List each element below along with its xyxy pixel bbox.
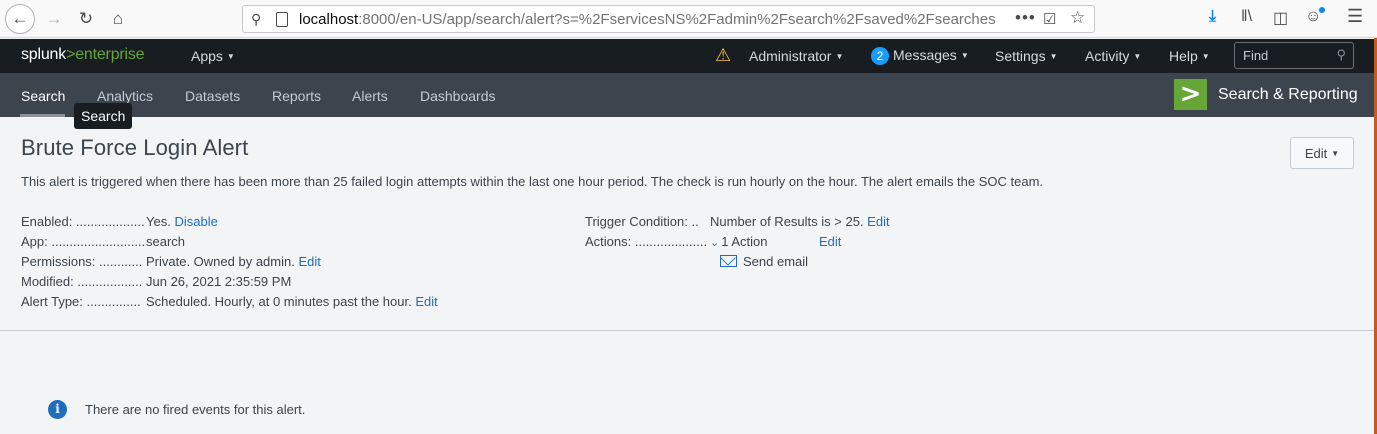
alert-type-row: Alert Type: ............... Scheduled. H… [21, 294, 561, 310]
permissions-label: Permissions: ............ [21, 254, 143, 269]
find-box: ⚲ [1234, 42, 1354, 69]
actions-toggle[interactable]: ⌄ 1 Action [710, 234, 767, 249]
tooltip: Search [74, 103, 133, 129]
trigger-value: Number of Results is > 25. [710, 214, 864, 229]
fired-events-area: i There are no fired events for this ale… [0, 332, 1374, 434]
tab-alerts[interactable]: Alerts [352, 88, 388, 104]
back-arrow-icon[interactable]: ← [5, 4, 35, 34]
app-logo-icon[interactable]: > [1174, 79, 1207, 110]
modified-row: Modified: .................. Jun 26, 202… [21, 274, 561, 290]
warning-icon[interactable]: ⚠ [715, 45, 731, 66]
app-name[interactable]: Search & Reporting [1218, 86, 1358, 104]
home-icon[interactable]: ⌂ [104, 5, 132, 33]
settings-menu[interactable]: Settings ▼ [995, 48, 1058, 64]
info-icon: i [48, 400, 67, 419]
disable-link[interactable]: Disable [174, 214, 217, 229]
page-info-icon[interactable] [276, 12, 288, 27]
find-input[interactable] [1235, 43, 1327, 68]
download-icon[interactable]: ⤓ [1209, 8, 1216, 26]
caret-down-icon: ▼ [1049, 52, 1058, 61]
alert-description: This alert is triggered when there has b… [21, 174, 1044, 189]
tab-datasets[interactable]: Datasets [185, 88, 240, 104]
enabled-label: Enabled: ................... [21, 214, 145, 229]
messages-count-badge: 2 [871, 47, 889, 65]
empty-events-message: There are no fired events for this alert… [85, 402, 306, 417]
activity-menu[interactable]: Activity ▼ [1085, 48, 1141, 64]
pocket-icon[interactable]: ☑ [1043, 10, 1056, 28]
reload-icon[interactable]: ↻ [72, 5, 100, 33]
app-label: App: .......................... [21, 234, 146, 249]
caret-down-icon: ▼ [835, 52, 844, 61]
app-value: search [146, 234, 186, 249]
permissions-row: Permissions: ............ Private. Owned… [21, 254, 561, 270]
action-item-send-email: Send email [720, 254, 920, 270]
caret-down-icon: ▼ [1133, 52, 1142, 61]
trigger-label: Trigger Condition: .. [585, 214, 699, 229]
enabled-value: Yes. [146, 214, 171, 229]
shield-icon[interactable]: ⚲ [251, 11, 261, 28]
caret-down-icon: ▼ [960, 51, 969, 60]
trigger-row: Trigger Condition: .. Number of Results … [585, 214, 985, 230]
permissions-value: Private. Owned by admin. [146, 254, 295, 269]
caret-down-icon: ▼ [1201, 52, 1210, 61]
alert-details-panel: Brute Force Login Alert Edit ▼ This alert… [0, 117, 1374, 331]
notification-dot [1319, 7, 1325, 13]
url-text[interactable]: localhost:8000/en-US/app/search/alert?s=… [299, 11, 1004, 28]
bookmark-star-icon[interactable]: ☆ [1070, 8, 1085, 28]
app-row: App: .......................... search [21, 234, 561, 250]
actions-label: Actions: .................... [585, 234, 708, 249]
help-menu[interactable]: Help ▼ [1169, 48, 1210, 64]
enabled-row: Enabled: ................... Yes. Disabl… [21, 214, 561, 230]
permissions-edit-link[interactable]: Edit [298, 254, 320, 269]
apps-menu[interactable]: Apps ▼ [191, 48, 235, 64]
modified-value: Jun 26, 2021 2:35:59 PM [146, 274, 292, 289]
tab-reports[interactable]: Reports [272, 88, 321, 104]
alert-type-value: Scheduled. Hourly, at 0 minutes past the… [146, 294, 412, 309]
caret-down-icon: ▼ [226, 52, 235, 61]
edit-button[interactable]: Edit ▼ [1290, 137, 1354, 169]
tab-search[interactable]: Search [21, 88, 65, 104]
splunk-top-bar: splunk>enterprise Apps ▼ ⚠ Administrator ▼… [0, 39, 1374, 73]
tab-analytics[interactable]: Analytics [97, 88, 153, 104]
browser-toolbar: ← → ↻ ⌂ ⚲ localhost:8000/en-US/app/searc… [0, 0, 1377, 38]
chevron-down-icon[interactable]: ⌄ [710, 236, 719, 249]
modified-label: Modified: .................. [21, 274, 143, 289]
action-item-label: Send email [743, 254, 809, 269]
mail-icon [720, 255, 737, 267]
page-title: Brute Force Login Alert [21, 135, 249, 160]
hamburger-menu-icon[interactable]: ☰ [1347, 6, 1363, 27]
sidebar-icon[interactable]: ◫ [1273, 8, 1288, 28]
splunk-logo[interactable]: splunk>enterprise [21, 46, 145, 64]
actions-row: Actions: .................... ⌄ 1 Action … [585, 234, 985, 250]
trigger-edit-link[interactable]: Edit [867, 214, 889, 229]
alert-type-label: Alert Type: ............... [21, 294, 141, 309]
actions-edit-link[interactable]: Edit [819, 234, 841, 249]
url-bar[interactable]: ⚲ localhost:8000/en-US/app/search/alert?… [242, 5, 1095, 33]
caret-down-icon: ▼ [1331, 148, 1340, 158]
app-nav-bar: Search Analytics Datasets Reports Alerts… [0, 73, 1374, 117]
page-actions-icon[interactable]: ••• [1015, 8, 1036, 28]
actions-value: 1 Action [721, 234, 768, 249]
alert-type-edit-link[interactable]: Edit [415, 294, 437, 309]
search-icon[interactable]: ⚲ [1336, 47, 1346, 63]
user-menu[interactable]: Administrator ▼ [749, 48, 843, 64]
messages-menu[interactable]: 2 Messages ▼ [871, 47, 969, 65]
forward-arrow-icon[interactable]: → [40, 5, 68, 33]
library-icon[interactable]: ‖\ [1241, 8, 1252, 26]
tab-dashboards[interactable]: Dashboards [420, 88, 496, 104]
